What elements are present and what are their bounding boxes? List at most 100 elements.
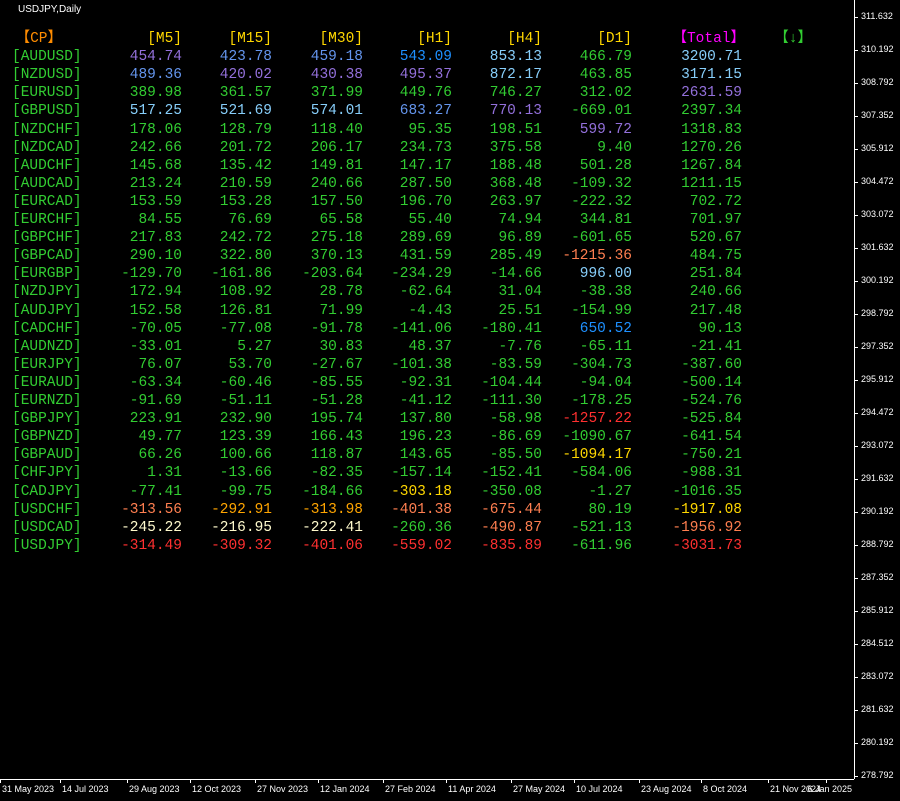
- price-tick: [854, 512, 858, 513]
- strength-value: 361.57: [219, 85, 272, 102]
- strength-value: -260.36: [391, 519, 452, 536]
- price-tick: [854, 149, 858, 150]
- strength-value: 96.89: [498, 230, 542, 247]
- strength-value: -292.91: [211, 501, 272, 518]
- strength-value: -611.96: [571, 537, 632, 554]
- time-label: 11 Apr 2024: [448, 784, 496, 794]
- strength-value: -1090.67: [562, 429, 632, 446]
- strength-value: 466.79: [579, 49, 632, 66]
- strength-value: -14.66: [489, 266, 542, 283]
- total-value: 702.72: [689, 193, 742, 210]
- strength-value: 683.27: [399, 103, 452, 120]
- strength-value: 431.59: [399, 248, 452, 265]
- column-header: 【CP】: [15, 31, 62, 47]
- strength-value: 574.01: [310, 103, 363, 120]
- strength-value: -51.28: [310, 393, 363, 409]
- strength-value: -58.98: [489, 411, 542, 428]
- strength-value: -82.35: [310, 465, 363, 482]
- price-label: 307.352: [861, 110, 894, 120]
- strength-value: 188.48: [489, 157, 542, 174]
- strength-value: 463.85: [579, 67, 632, 84]
- time-tick: [60, 779, 61, 783]
- strength-value: -669.01: [571, 103, 632, 120]
- strength-value: -1.27: [588, 483, 632, 500]
- time-axis[interactable]: 31 May 2023 14 Jul 2023 29 Aug 2023 12 Oct …: [0, 779, 854, 801]
- total-value: 1318.83: [681, 121, 742, 138]
- strength-value: 153.59: [129, 193, 182, 210]
- strength-value: -91.69: [129, 393, 182, 409]
- strength-value: 853.13: [489, 49, 542, 66]
- strength-value: -234.29: [391, 266, 452, 283]
- strength-value: 196.70: [399, 193, 452, 210]
- strength-value: -33.01: [129, 338, 182, 355]
- strength-value: -601.65: [571, 230, 632, 247]
- price-tick: [854, 479, 858, 480]
- strength-value: 80.19: [588, 501, 632, 518]
- strength-value: -129.70: [121, 266, 182, 283]
- pair-label: [GBPJPY]: [12, 411, 82, 428]
- strength-value: -184.66: [302, 483, 363, 500]
- strength-value: 495.37: [399, 67, 452, 84]
- price-label: 297.352: [861, 341, 894, 351]
- strength-value: 66.26: [138, 447, 182, 464]
- strength-value: 172.94: [129, 284, 182, 301]
- column-header: [M15]: [228, 31, 272, 47]
- time-label: 8 Oct 2024: [703, 784, 748, 794]
- price-tick: [854, 545, 858, 546]
- total-value: 2631.59: [681, 85, 742, 102]
- price-tick: [854, 281, 858, 282]
- strength-value: -401.06: [302, 537, 363, 554]
- strength-value: 650.52: [579, 320, 632, 337]
- pair-label: [EURAUD]: [12, 374, 82, 391]
- total-value: 217.48: [689, 302, 742, 319]
- pair-label: [USDCHF]: [12, 501, 82, 518]
- pair-label: [AUDNZD]: [12, 338, 82, 355]
- strength-value: -203.64: [302, 266, 363, 283]
- price-label: 304.472: [861, 176, 894, 186]
- strength-value: -99.75: [219, 483, 272, 500]
- price-tick: [854, 710, 858, 711]
- chart-area[interactable]: USDJPY,Daily 【CP】 [M5] [M15] [M30] [H1] [H4] […: [0, 0, 854, 779]
- total-value: -3031.73: [672, 537, 742, 554]
- strength-value: -92.31: [399, 374, 452, 391]
- price-tick: [854, 314, 858, 315]
- strength-value: 289.69: [399, 230, 452, 247]
- strength-value: -222.32: [571, 193, 632, 210]
- pair-label: [NZDCAD]: [12, 139, 82, 156]
- strength-value: -65.11: [579, 338, 632, 355]
- price-tick: [854, 116, 858, 117]
- total-value: -500.14: [681, 374, 742, 391]
- time-tick: [701, 779, 702, 783]
- price-label: 295.912: [861, 374, 894, 384]
- time-label: 27 May 2024: [513, 784, 566, 794]
- strength-value: 285.49: [489, 248, 542, 265]
- strength-value: 126.81: [219, 302, 272, 319]
- time-tick: [639, 779, 640, 783]
- price-axis[interactable]: 311.632 310.192 308.792 307.352 305.912 304.4…: [854, 0, 900, 780]
- price-tick: [854, 644, 858, 645]
- strength-value: 459.18: [310, 49, 363, 66]
- strength-value: 49.77: [138, 429, 182, 446]
- strength-value: 128.79: [219, 121, 272, 138]
- price-tick: [854, 347, 858, 348]
- strength-value: 71.99: [319, 302, 363, 319]
- price-tick: [854, 446, 858, 447]
- strength-value: 5.27: [237, 338, 272, 355]
- price-label: 284.512: [861, 638, 894, 648]
- strength-value: -27.67: [310, 356, 363, 373]
- time-label: 12 Jan 2024: [320, 784, 370, 794]
- time-label: 27 Feb 2024: [385, 784, 436, 794]
- strength-value: 48.37: [408, 338, 452, 355]
- strength-value: -675.44: [481, 501, 542, 518]
- strength-value: 108.92: [219, 284, 272, 301]
- pair-label: [EURCAD]: [12, 193, 82, 210]
- pair-label: [EURGBP]: [12, 266, 82, 283]
- column-header: [M5]: [147, 31, 182, 47]
- time-label: 14 Jul 2023: [62, 784, 109, 794]
- price-tick: [854, 413, 858, 414]
- price-label: 283.072: [861, 671, 894, 681]
- strength-value: -154.99: [571, 302, 632, 319]
- total-value: -988.31: [681, 465, 742, 482]
- strength-value: 195.74: [310, 411, 363, 428]
- strength-value: 153.28: [219, 193, 272, 210]
